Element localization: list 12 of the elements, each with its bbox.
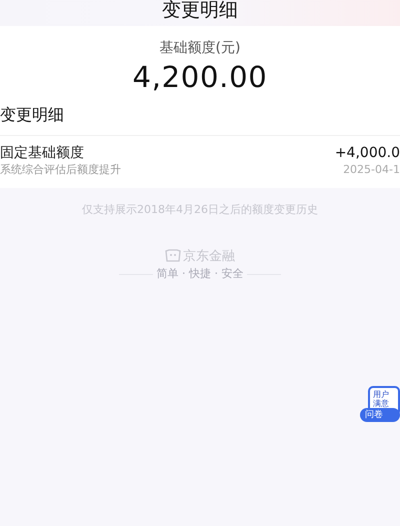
survey-text: 用户	[373, 390, 390, 399]
section-title: 变更明细	[0, 104, 65, 126]
survey-text: 满意	[373, 399, 390, 408]
change-title: 固定基础额度	[0, 144, 85, 162]
change-amount: +4,000.0	[334, 144, 400, 162]
brand-slogan: 简单 · 快捷 · 安全	[156, 266, 244, 282]
limit-amount: 4,200.00	[132, 59, 268, 95]
limit-label: 基础额度(元)	[160, 39, 240, 58]
change-date: 2025-04-1	[343, 162, 400, 178]
survey-label: 问卷	[365, 410, 383, 420]
page-title: 变更明细	[162, 1, 238, 23]
change-description: 系统综合评估后额度提升	[0, 162, 121, 178]
